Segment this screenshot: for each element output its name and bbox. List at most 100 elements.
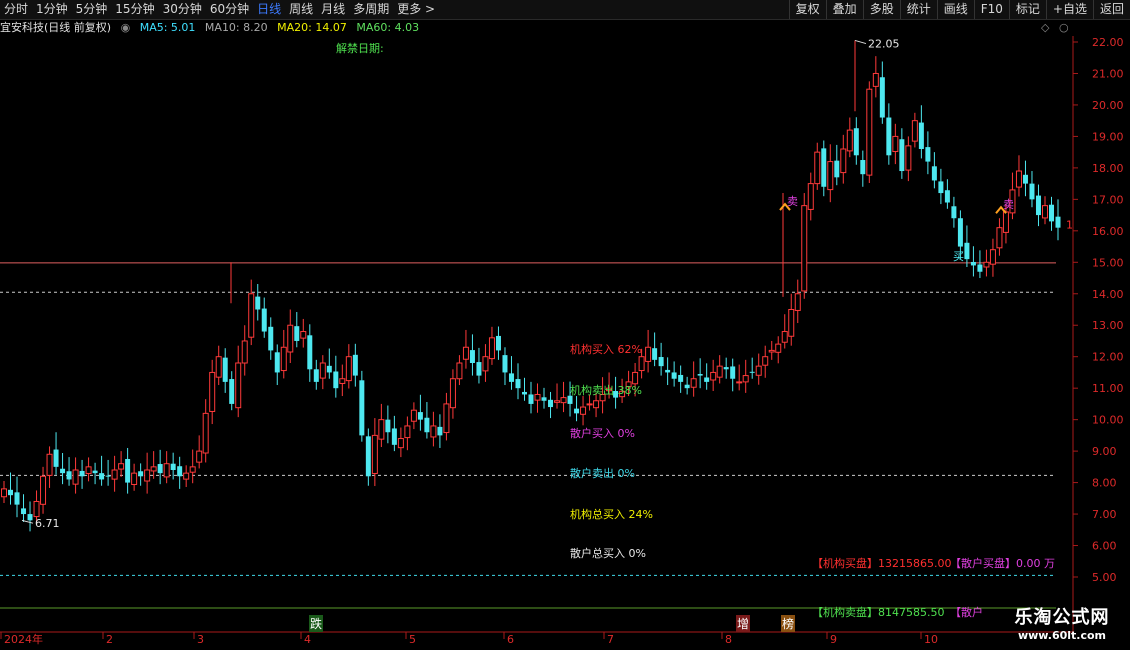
candle-body	[548, 399, 554, 408]
x-tick-label: 2024年	[4, 632, 43, 646]
candle-body	[307, 335, 313, 370]
retail-sell-label: 散户卖出 0%	[570, 467, 635, 480]
candle-body	[274, 352, 280, 373]
candle-body	[488, 337, 495, 360]
candle-body	[131, 472, 138, 485]
candle-body	[710, 371, 717, 381]
x-tick-label: 10	[924, 633, 938, 646]
candle-body	[593, 400, 600, 409]
y-tick-label: 8.00	[1092, 477, 1117, 490]
candle-body	[989, 249, 996, 265]
candle-body	[528, 394, 534, 404]
circle-icon[interactable]: ○	[1059, 21, 1069, 34]
candle-body	[345, 356, 352, 382]
candle-body	[964, 242, 970, 260]
candle-body	[46, 453, 53, 476]
x-tick-label: 2	[106, 633, 113, 646]
candle-body	[53, 449, 59, 467]
period-tab-10[interactable]: 更多 >	[393, 0, 439, 19]
period-tab-3[interactable]: 15分钟	[111, 0, 158, 19]
retail-total-buy-label: 散户总买入 0%	[570, 547, 646, 560]
candle-body	[879, 77, 885, 118]
candle-body	[508, 373, 514, 382]
y-tick-label: 9.00	[1092, 445, 1117, 458]
period-tab-5[interactable]: 60分钟	[206, 0, 253, 19]
tool-button-3[interactable]: 统计	[899, 0, 937, 19]
candle-body	[469, 350, 475, 363]
candle-body	[482, 356, 489, 372]
x-tick-label: 3	[197, 633, 204, 646]
candle-body	[8, 489, 14, 496]
candle-body	[437, 426, 443, 436]
candle-body	[931, 166, 937, 181]
period-toolbar: 分时 1分钟 5分钟 15分钟 30分钟 60分钟 日线 周线 月线 多周期 更多 > 复权 叠加 多股…	[0, 0, 1130, 20]
candle-body	[371, 434, 378, 474]
candle-body	[521, 391, 527, 395]
y-tick-label: 19.00	[1092, 130, 1124, 143]
candle-body	[749, 371, 755, 373]
x-tick-label: 9	[830, 633, 837, 646]
candle-body	[1035, 195, 1041, 216]
diamond-icon[interactable]: ◇	[1041, 21, 1049, 34]
info-bar: 宜安科技(日线 前复权) ◉ MA5: 5.01 MA10: 8.20 MA20…	[0, 20, 1085, 36]
candle-body	[163, 463, 170, 478]
candle-body	[840, 148, 847, 174]
candle-body	[944, 190, 950, 203]
candle-body	[586, 403, 593, 406]
candle-body	[248, 293, 255, 338]
candle-body	[1002, 211, 1009, 233]
inst-sell-disk: 【机构卖盘】8147585.50	[812, 606, 945, 619]
y-tick-label: 13.00	[1092, 319, 1124, 332]
tool-button-7[interactable]: +自选	[1045, 0, 1093, 19]
candle-body	[118, 463, 125, 470]
candle-body	[424, 417, 430, 433]
settings-icon[interactable]: ◉	[121, 21, 131, 34]
period-tab-4[interactable]: 30分钟	[159, 0, 206, 19]
candle-body	[294, 326, 300, 341]
period-tab-2[interactable]: 5分钟	[72, 0, 112, 19]
candle-body	[938, 181, 944, 194]
candle-body	[456, 362, 463, 380]
period-tab-9[interactable]: 多周期	[349, 0, 393, 19]
tool-button-0[interactable]: 复权	[788, 0, 826, 19]
period-tab-0[interactable]: 分时	[0, 0, 32, 19]
tool-button-6[interactable]: 标记	[1008, 0, 1046, 19]
candle-body	[736, 381, 743, 384]
candle-body	[775, 343, 782, 353]
candle-body	[951, 206, 957, 219]
y-tick-label: 22.00	[1092, 36, 1124, 49]
y-tick-label: 7.00	[1092, 508, 1117, 521]
candle-body	[268, 326, 274, 351]
candle-body	[255, 296, 261, 310]
period-tab-7[interactable]: 周线	[285, 0, 317, 19]
candle-body	[443, 403, 450, 434]
candle-body	[860, 160, 866, 175]
candle-body	[235, 362, 242, 409]
y-tick-label: 14.00	[1092, 288, 1124, 301]
tool-button-1[interactable]: 叠加	[825, 0, 863, 19]
y-tick-label: 5.00	[1092, 571, 1117, 584]
period-tab-1[interactable]: 1分钟	[32, 0, 72, 19]
tool-button-5[interactable]: F10	[973, 0, 1009, 19]
candle-body	[977, 264, 983, 272]
tool-button-2[interactable]: 多股	[862, 0, 900, 19]
candle-body	[911, 120, 918, 142]
tool-button-4[interactable]: 画线	[936, 0, 974, 19]
candle-body	[105, 475, 111, 477]
candle-body	[79, 470, 85, 477]
candle-body	[652, 348, 658, 360]
tool-button-8[interactable]: 返回	[1092, 0, 1130, 19]
candle-body	[690, 378, 697, 388]
candle-body	[404, 425, 411, 439]
retail-sell-disk: 【散户	[950, 606, 983, 619]
period-tab-8[interactable]: 月线	[317, 0, 349, 19]
inst-sell-label: 机构卖出 38%	[570, 384, 642, 397]
candle-body	[716, 365, 723, 378]
y-tick-label: 18.00	[1092, 162, 1124, 175]
candle-body	[899, 139, 905, 172]
candle-body	[378, 419, 385, 440]
candle-body	[794, 293, 801, 311]
period-tab-6[interactable]: 日线	[253, 0, 285, 19]
stock-title[interactable]: 宜安科技(日线 前复权)	[0, 21, 111, 34]
candle-body	[229, 379, 235, 404]
